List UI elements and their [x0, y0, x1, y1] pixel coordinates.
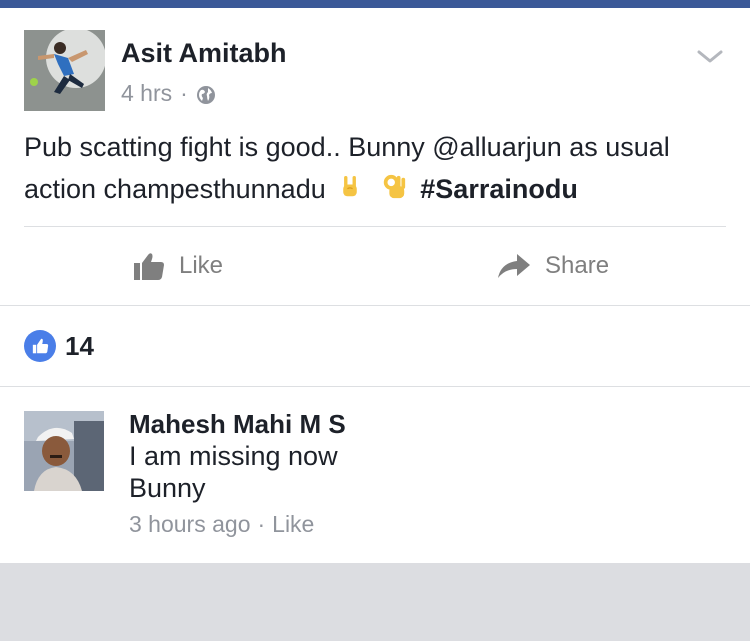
comment-line: Bunny	[129, 473, 206, 503]
post-hashtag[interactable]: #Sarrainodu	[420, 174, 578, 204]
meta-separator: ·	[180, 80, 188, 106]
top-bar	[0, 0, 750, 8]
reaction-count: 14	[65, 330, 94, 361]
like-button[interactable]: Like	[133, 246, 223, 286]
rock-on-hand-icon	[339, 171, 361, 213]
post-timestamp[interactable]: 4 hrs	[121, 80, 172, 107]
post-meta: 4 hrs ·	[121, 80, 216, 107]
avatar-image	[24, 411, 104, 491]
chevron-down-icon[interactable]	[696, 46, 724, 66]
commenter-avatar[interactable]	[24, 411, 104, 491]
share-arrow-icon	[498, 254, 530, 278]
post-author-avatar[interactable]	[24, 30, 105, 111]
ok-hand-icon	[381, 171, 407, 213]
comment-like-link[interactable]: Like	[272, 511, 314, 538]
comment-line: I am missing now	[129, 441, 338, 471]
meta-separator: ·	[257, 511, 266, 537]
like-label: Like	[179, 252, 224, 279]
comment-meta: 3 hours ago · Like	[129, 511, 314, 538]
comment-timestamp[interactable]: 3 hours ago	[129, 511, 250, 538]
like-reaction-icon	[24, 330, 56, 362]
reactions-summary[interactable]: 14	[24, 330, 94, 362]
thumbs-up-icon	[134, 253, 164, 280]
comment-body: I am missing now Bunny	[129, 440, 429, 504]
divider	[0, 386, 750, 387]
post-author-name[interactable]: Asit Amitabh	[121, 38, 287, 69]
post-card: Asit Amitabh 4 hrs · Pub scatting fight …	[0, 8, 750, 563]
share-label: Share	[545, 252, 610, 279]
share-button[interactable]: Share	[497, 246, 609, 286]
commenter-name[interactable]: Mahesh Mahi M S	[129, 409, 346, 440]
post-body: Pub scatting fight is good.. Bunny @allu…	[24, 126, 734, 213]
divider	[0, 305, 750, 306]
divider	[24, 226, 726, 227]
avatar-image	[24, 30, 105, 111]
globe-icon[interactable]	[196, 84, 216, 104]
